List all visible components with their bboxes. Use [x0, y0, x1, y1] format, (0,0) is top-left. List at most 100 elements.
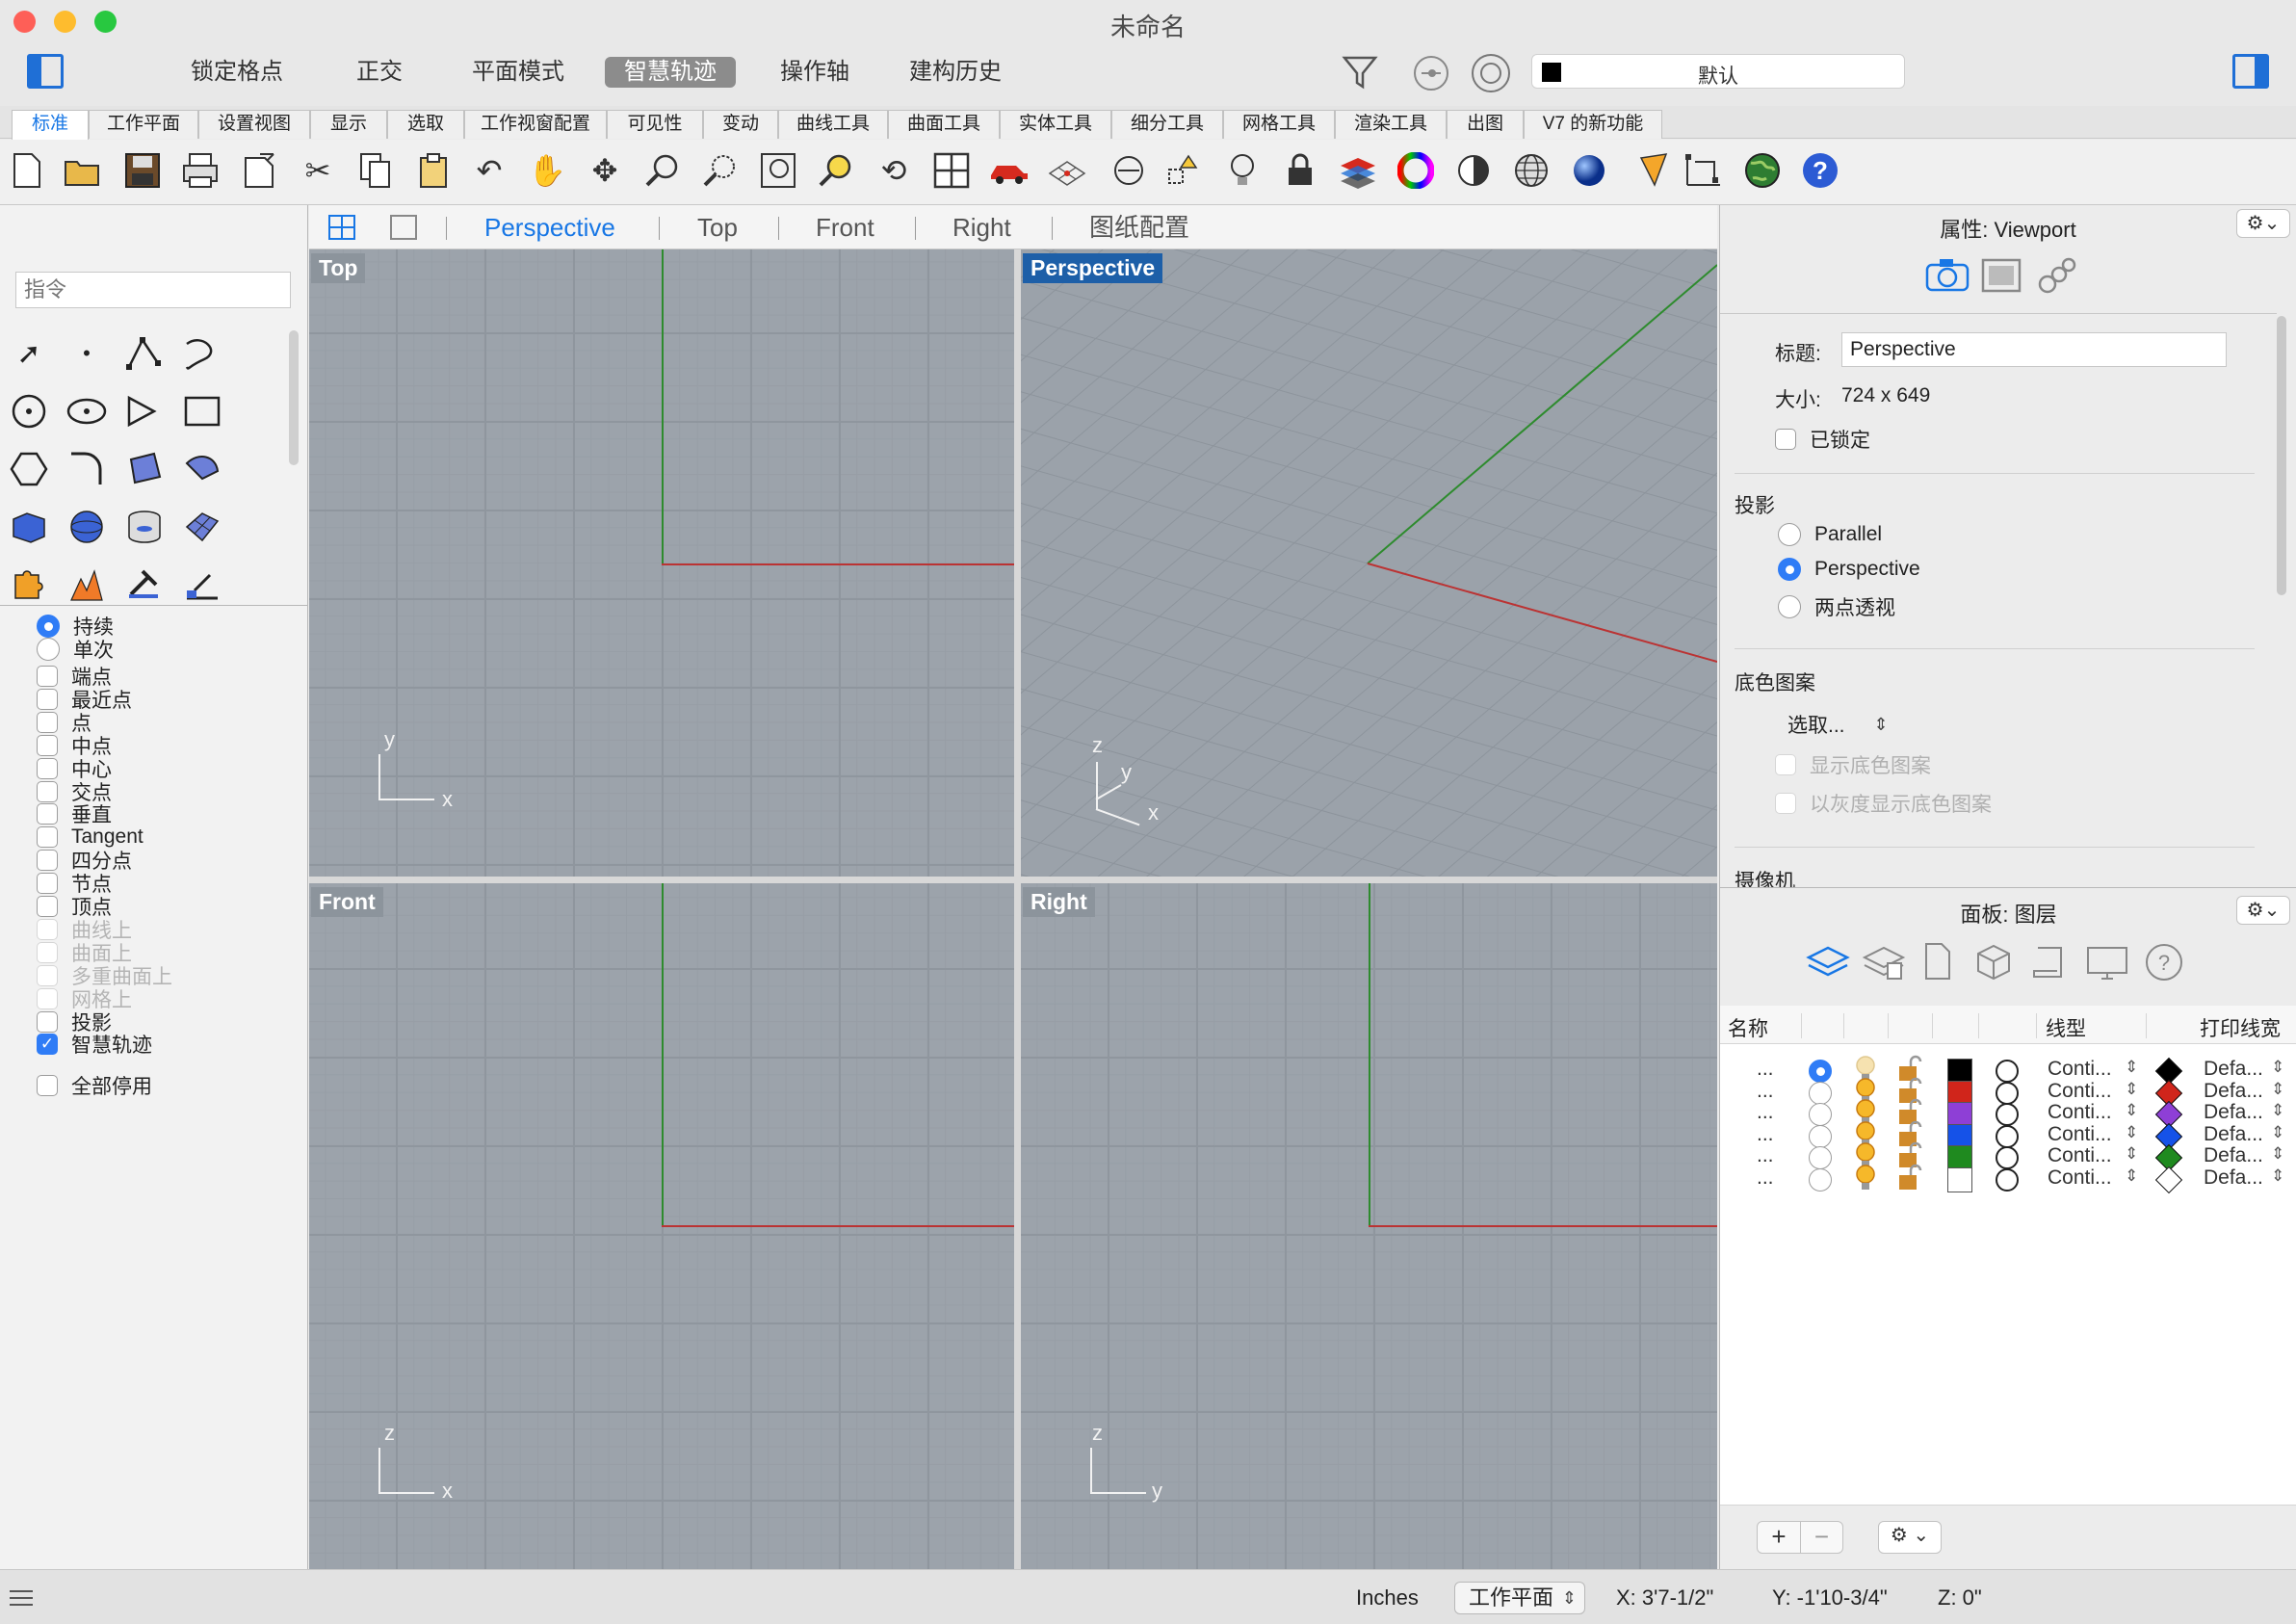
column-linetype[interactable]: 线型: [2046, 1013, 2086, 1042]
osnap-once-radio[interactable]: 单次: [37, 635, 114, 664]
current-layer-radio[interactable]: [1809, 1167, 1832, 1192]
layer-states-icon[interactable]: [1861, 940, 1907, 984]
new-file-icon[interactable]: [6, 149, 48, 192]
hammer-icon[interactable]: [121, 562, 168, 608]
polyline-icon[interactable]: [121, 330, 168, 377]
viewport-perspective[interactable]: Perspective z y x: [1021, 249, 1717, 877]
projection-two-point-radio[interactable]: 两点透视: [1778, 592, 1895, 621]
undo-icon[interactable]: ↶: [468, 149, 510, 192]
mesh-icon[interactable]: [179, 504, 225, 550]
tab-surface-tools[interactable]: 曲面工具: [888, 110, 1000, 139]
car-icon[interactable]: [988, 149, 1031, 192]
single-layout-icon[interactable]: [390, 215, 417, 240]
patch-icon[interactable]: [179, 446, 225, 492]
circle-icon[interactable]: [6, 388, 52, 434]
print-icon[interactable]: [179, 149, 222, 192]
tab-render-tools[interactable]: 渲染工具: [1335, 110, 1447, 139]
cplane-select[interactable]: 工作平面 ⇕: [1454, 1582, 1585, 1614]
save-icon[interactable]: [121, 149, 164, 192]
filter-icon[interactable]: [1341, 52, 1379, 91]
tab-viewport-layout[interactable]: 工作视窗配置: [464, 110, 607, 139]
osnap-smart-track-checkbox[interactable]: ✓ 智慧轨迹: [37, 1030, 152, 1059]
layers-stack-icon[interactable]: [1805, 940, 1851, 984]
open-icon[interactable]: [62, 149, 104, 192]
select-arrow-icon[interactable]: ➚: [6, 330, 52, 377]
box-icon[interactable]: [6, 504, 52, 550]
column-name[interactable]: 名称: [1728, 1013, 1768, 1042]
layer-color-swatch[interactable]: [1947, 1166, 1972, 1192]
command-input[interactable]: [15, 272, 291, 308]
viewport-right-label[interactable]: Right: [1023, 887, 1095, 917]
grid-plane-icon[interactable]: [1046, 149, 1088, 192]
point-icon[interactable]: •: [64, 330, 110, 377]
osnap-disable-all-checkbox[interactable]: 全部停用: [37, 1071, 152, 1100]
tab-select[interactable]: 选取: [387, 110, 464, 139]
polygon-icon[interactable]: [6, 446, 52, 492]
rectangle-icon[interactable]: [179, 388, 225, 434]
zoom-window-icon[interactable]: [699, 149, 742, 192]
grayscale-background-checkbox[interactable]: 以灰度显示底色图案: [1775, 789, 1992, 818]
paste-icon[interactable]: [412, 149, 455, 192]
render-sphere-icon[interactable]: [1568, 149, 1610, 192]
four-views-icon[interactable]: [930, 149, 973, 192]
notes-scroll-icon[interactable]: [2028, 940, 2071, 984]
export-icon[interactable]: [239, 149, 281, 192]
viewport-tab-layout[interactable]: 图纸配置: [1089, 212, 1189, 243]
projection-perspective-radio[interactable]: Perspective: [1778, 558, 1920, 581]
document-icon[interactable]: [1918, 940, 1957, 984]
help-icon[interactable]: ?: [1799, 149, 1841, 192]
viewport-tab-right[interactable]: Right: [952, 212, 1011, 243]
mode-grid-snap[interactable]: 锁定格点: [171, 57, 302, 88]
tab-subd-tools[interactable]: 细分工具: [1111, 110, 1223, 139]
column-printwidth[interactable]: 打印线宽: [2200, 1013, 2281, 1042]
viewport-right[interactable]: Right z y: [1021, 883, 1717, 1569]
viewport-title-field[interactable]: [1841, 332, 2227, 367]
tab-curve-tools[interactable]: 曲线工具: [778, 110, 888, 139]
surface-icon[interactable]: [121, 446, 168, 492]
puzzle-icon[interactable]: [6, 562, 52, 608]
layer-linetype[interactable]: Conti...: [2048, 1166, 2112, 1190]
tab-cplanes[interactable]: 工作平面: [89, 110, 198, 139]
light-bulb-icon[interactable]: [1221, 149, 1264, 192]
lock-icon[interactable]: [1897, 1164, 1922, 1198]
layers-footer-gear[interactable]: ⚙ ⌄: [1878, 1521, 1942, 1554]
viewport-top[interactable]: Top y x: [309, 249, 1014, 877]
mode-planar[interactable]: 平面模式: [453, 57, 584, 88]
tab-display[interactable]: 显示: [310, 110, 387, 139]
wireframe-sphere-icon[interactable]: [1510, 149, 1552, 192]
ellipse-icon[interactable]: [64, 388, 110, 434]
shade-sphere-icon[interactable]: [1452, 149, 1495, 192]
zoom-icon[interactable]: [641, 149, 684, 192]
color-wheel-icon[interactable]: [1395, 149, 1437, 192]
layer-name[interactable]: ...: [1757, 1166, 1774, 1190]
tab-drafting[interactable]: 出图: [1447, 110, 1524, 139]
tab-v7-new[interactable]: V7 的新功能: [1524, 110, 1662, 139]
properties-scrollbar[interactable]: [2277, 316, 2286, 595]
tab-mesh-tools[interactable]: 网格工具: [1223, 110, 1335, 139]
viewport-front-label[interactable]: Front: [311, 887, 383, 917]
tool-panel-scrollbar[interactable]: [289, 330, 299, 465]
arc-icon[interactable]: [121, 388, 168, 434]
locked-checkbox[interactable]: 已锁定: [1775, 425, 1870, 454]
curve-icon[interactable]: [179, 330, 225, 377]
viewport-front[interactable]: Front z x: [309, 883, 1014, 1569]
mode-history[interactable]: 建构历史: [890, 57, 1021, 88]
print-color-diamond-icon[interactable]: [2154, 1166, 2183, 1193]
copy-icon[interactable]: [354, 149, 397, 192]
tab-set-view[interactable]: 设置视图: [198, 110, 310, 139]
command-history-icon[interactable]: [8, 1587, 35, 1609]
current-layer-select[interactable]: 默认: [1531, 54, 1905, 89]
tab-solid-tools[interactable]: 实体工具: [1000, 110, 1111, 139]
lock-icon[interactable]: [1279, 149, 1321, 192]
projection-parallel-radio[interactable]: Parallel: [1778, 523, 1882, 546]
layers-gear-menu[interactable]: ⚙⌄: [2236, 896, 2290, 925]
viewport-tab-front[interactable]: Front: [816, 212, 874, 243]
add-layer-button[interactable]: +: [1758, 1522, 1800, 1553]
viewport-tab-perspective[interactable]: Perspective: [484, 212, 615, 243]
cplane-origin-icon[interactable]: [1108, 149, 1150, 192]
tab-transform[interactable]: 变动: [703, 110, 778, 139]
dimension-icon[interactable]: [1683, 149, 1726, 192]
cut-icon[interactable]: ✂: [297, 149, 339, 192]
right-panel-toggle-icon[interactable]: [2232, 54, 2269, 89]
record-point-icon[interactable]: [1414, 56, 1448, 91]
